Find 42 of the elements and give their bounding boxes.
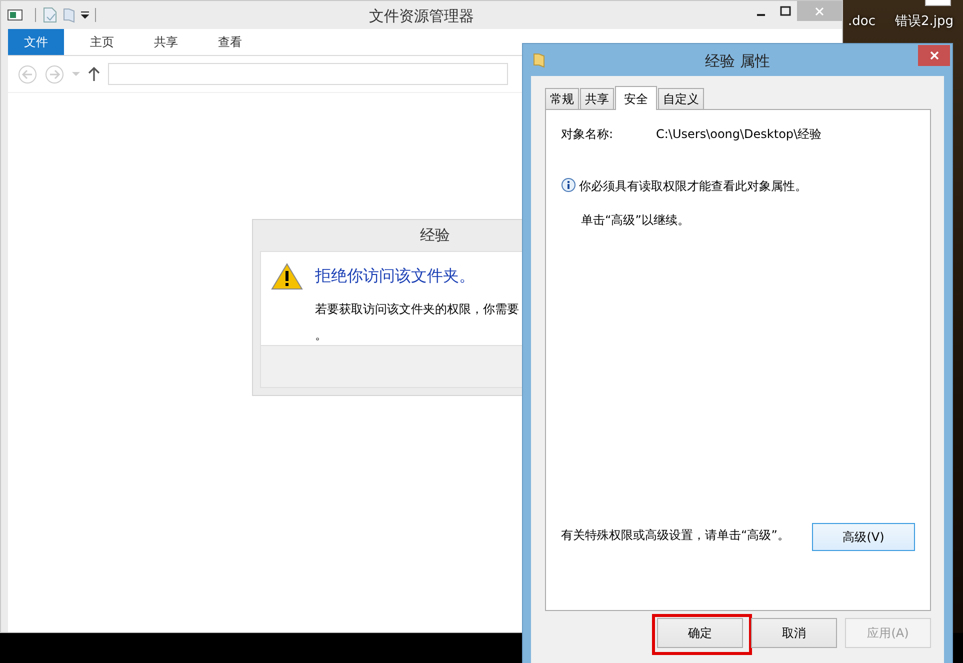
dialog-title: 经验 — [420, 226, 450, 244]
address-field[interactable] — [108, 63, 508, 85]
dialog-button[interactable]: 取消 — [751, 618, 837, 648]
advanced-button[interactable]: 高级(V) — [812, 523, 915, 551]
desktop-icon-label[interactable]: .doc — [848, 12, 876, 32]
tab[interactable]: 自定义 — [658, 88, 704, 109]
desktop-icon-label[interactable]: 错误2.jpg — [895, 12, 954, 32]
window-title: 经验 属性 — [705, 52, 770, 70]
up-arrow-icon[interactable] — [88, 67, 100, 81]
dropdown-icon[interactable] — [81, 11, 89, 19]
maximize-icon — [780, 6, 790, 16]
dialog-button[interactable]: 确定 — [657, 618, 743, 648]
folder-icon[interactable] — [63, 7, 75, 23]
info-message: 你必须具有读取权限才能查看此对象属性。 — [579, 178, 807, 195]
hint-text: 单击“高级”以继续。 — [581, 213, 690, 227]
folder-icon — [533, 52, 545, 68]
divider-icon — [95, 8, 97, 22]
tab[interactable]: 安全 — [615, 86, 657, 110]
back-icon[interactable] — [18, 64, 37, 84]
document-thumbnail[interactable] — [925, 0, 951, 6]
close-icon — [930, 50, 938, 60]
error-message: 。 — [315, 327, 328, 344]
tab[interactable]: 常规 — [545, 88, 579, 109]
document-icon[interactable] — [43, 7, 57, 23]
close-icon — [815, 6, 824, 16]
info-icon — [561, 178, 576, 194]
window-title: 文件资源管理器 — [369, 7, 474, 25]
forward-icon[interactable] — [45, 64, 64, 84]
field-label: 对象名称: — [561, 126, 614, 143]
minimize-icon — [757, 14, 765, 16]
tab[interactable]: 共享 — [580, 88, 614, 109]
close-button[interactable] — [918, 45, 950, 66]
ribbon-tab[interactable]: 共享 — [140, 29, 192, 55]
warning-icon — [271, 262, 303, 290]
divider-icon — [35, 8, 37, 22]
object-path: C:\Users\oong\Desktop\经验 — [656, 126, 822, 143]
ribbon-tab[interactable]: 主页 — [76, 29, 128, 55]
ribbon-tab[interactable]: 文件 — [8, 29, 64, 55]
ribbon-tab[interactable]: 查看 — [204, 29, 256, 55]
error-message: 若要获取访问该文件夹的权限，你需要 — [315, 301, 519, 318]
error-heading: 拒绝你访问该文件夹。 — [315, 265, 476, 287]
advanced-hint: 有关特殊权限或高级设置，请单击“高级”。 — [561, 527, 790, 544]
